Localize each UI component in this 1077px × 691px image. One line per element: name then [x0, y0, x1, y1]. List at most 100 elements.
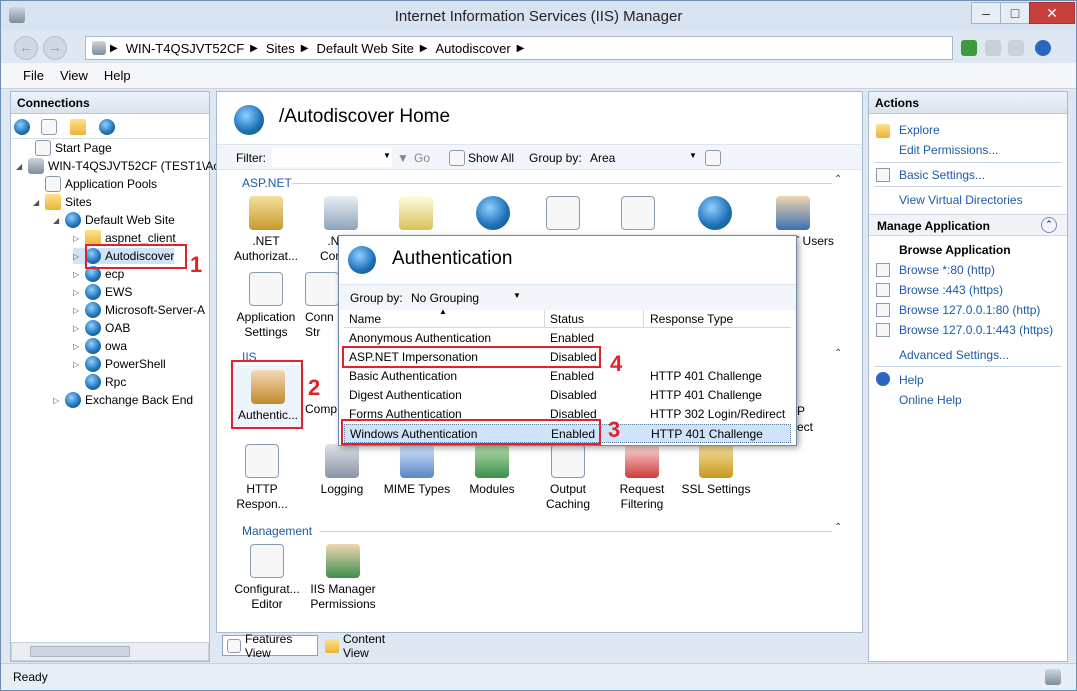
collapse-section-icon[interactable]: ⌃	[834, 348, 842, 359]
feature-error-pages[interactable]	[380, 196, 452, 234]
action-explore[interactable]: Explore	[899, 123, 940, 137]
horizontal-scrollbar[interactable]	[11, 642, 209, 661]
collapse-section-icon[interactable]: ⌃	[834, 522, 842, 533]
tree-sites[interactable]: Sites	[65, 195, 92, 209]
tree-server[interactable]: WIN-T4QSJVT52CF (TEST1\Ac	[48, 159, 219, 173]
browse-icon	[876, 263, 890, 277]
feature-roles[interactable]	[602, 196, 674, 234]
close-button[interactable]: ✕	[1029, 2, 1075, 24]
feature-output-caching[interactable]: Output Caching	[532, 444, 604, 512]
tree-application-pools[interactable]: Application Pools	[65, 177, 157, 191]
action-online-help[interactable]: Online Help	[899, 393, 962, 407]
app-pools-icon	[45, 176, 61, 192]
breadcrumb-sites[interactable]: Sites	[266, 41, 295, 56]
feature-net-authorization[interactable]: .NET Authorizat...	[230, 196, 302, 264]
feature-globalization[interactable]	[457, 196, 529, 234]
tab-content-view[interactable]: Content View	[321, 632, 417, 660]
annotation-number-1: 1	[190, 252, 203, 277]
menu-help[interactable]: Help	[104, 68, 131, 83]
settings-list-icon	[249, 272, 283, 306]
column-response-type[interactable]: Response Type	[650, 312, 733, 326]
status-text: Ready	[13, 670, 48, 684]
feature-iis-manager-permissions[interactable]: IIS Manager Permissions	[303, 544, 383, 612]
back-button[interactable]: ←	[14, 36, 38, 60]
action-browse-80[interactable]: Browse *:80 (http)	[899, 263, 995, 277]
auth-row-basic[interactable]: Basic Authentication Enabled HTTP 401 Ch…	[344, 367, 791, 386]
tree-owa[interactable]: owa	[105, 339, 127, 353]
refresh-icon[interactable]	[961, 40, 977, 56]
auth-filter-bar: Group by: No Grouping ▼	[339, 284, 796, 310]
feature-configuration-editor[interactable]: Configurat... Editor	[231, 544, 303, 612]
tree-exchange-back-end[interactable]: Exchange Back End	[85, 393, 193, 407]
tree-ecp[interactable]: ecp	[105, 267, 124, 281]
breadcrumb-server[interactable]: WIN-T4QSJVT52CF	[126, 41, 244, 56]
collapse-section-icon[interactable]: ⌃	[834, 174, 842, 185]
feature-profile[interactable]	[527, 196, 599, 234]
feature-mime-types[interactable]: MIME Types	[381, 444, 453, 497]
tree-aspnet-client[interactable]: aspnet_client	[105, 231, 176, 245]
tree-oab[interactable]: OAB	[105, 321, 130, 335]
disconnect-icon[interactable]	[99, 119, 115, 135]
action-advanced-settings[interactable]: Advanced Settings...	[899, 348, 1009, 362]
filter-input[interactable]	[272, 148, 392, 167]
menu-view[interactable]: View	[60, 68, 88, 83]
group-by-select[interactable]: Area ▼	[587, 148, 699, 167]
minimize-button[interactable]: –	[971, 2, 1001, 24]
feature-request-filtering[interactable]: Request Filtering	[606, 444, 678, 512]
view-mode-icon[interactable]	[705, 150, 721, 166]
feature-logging[interactable]: Logging	[306, 444, 378, 497]
lock-icon	[249, 196, 283, 230]
column-status[interactable]: Status	[550, 312, 584, 326]
home-icon[interactable]	[1008, 40, 1024, 56]
tree-rpc[interactable]: Rpc	[105, 375, 126, 389]
action-help[interactable]: Help	[899, 373, 924, 387]
filter-label: Filter:	[236, 151, 266, 165]
feature-application-settings[interactable]: Application Settings	[230, 272, 302, 340]
save-icon[interactable]	[41, 119, 57, 135]
column-divider	[643, 310, 644, 327]
tree-start-page[interactable]: Start Page	[55, 141, 112, 155]
action-browse-127-443[interactable]: Browse 127.0.0.1:443 (https)	[899, 323, 1053, 337]
site-globe-icon	[234, 105, 264, 135]
menu-file[interactable]: File	[23, 68, 44, 83]
action-edit-permissions[interactable]: Edit Permissions...	[899, 143, 998, 157]
tab-features-view[interactable]: Features View	[222, 632, 318, 660]
collapse-icon[interactable]: ⌃	[1041, 217, 1057, 233]
action-browse-127-80[interactable]: Browse 127.0.0.1:80 (http)	[899, 303, 1040, 317]
collapse-icon[interactable]: ◢	[53, 216, 65, 225]
tree-ews[interactable]: EWS	[105, 285, 132, 299]
auth-row-digest[interactable]: Digest Authentication Disabled HTTP 401 …	[344, 386, 791, 405]
show-all-button[interactable]: Show All	[468, 151, 514, 165]
maximize-button[interactable]: □	[1000, 2, 1030, 24]
column-name[interactable]: Name	[349, 312, 381, 326]
breadcrumb-autodiscover[interactable]: Autodiscover	[436, 41, 511, 56]
chevron-down-icon[interactable]: ▼	[383, 151, 391, 160]
auth-group-by-select[interactable]: No Grouping ▼	[407, 288, 523, 307]
app-icon	[85, 320, 101, 336]
scroll-thumb[interactable]	[30, 646, 130, 657]
feature-trust-levels[interactable]	[679, 196, 751, 234]
feature-connection-strings[interactable]: Conn Str	[305, 272, 339, 340]
collapse-icon[interactable]: ◢	[33, 198, 45, 207]
help-icon[interactable]	[1035, 40, 1051, 56]
go-button[interactable]: Go	[414, 151, 430, 165]
address-bar[interactable]: ▶ WIN-T4QSJVT52CF ▶ Sites ▶ Default Web …	[85, 36, 953, 60]
forward-button[interactable]: →	[43, 36, 67, 60]
connect-icon[interactable]	[14, 119, 30, 135]
action-basic-settings[interactable]: Basic Settings...	[899, 168, 985, 182]
tree-microsoft-server-a[interactable]: Microsoft-Server-A	[105, 303, 205, 317]
page-title: /Autodiscover Home	[279, 106, 451, 127]
feature-ssl-settings[interactable]: SSL Settings	[680, 444, 752, 497]
breadcrumb-default-web-site[interactable]: Default Web Site	[316, 41, 413, 56]
feature-modules[interactable]: Modules	[456, 444, 528, 497]
browse-icon	[876, 303, 890, 317]
tree-powershell[interactable]: PowerShell	[105, 357, 166, 371]
stop-icon[interactable]	[985, 40, 1001, 56]
up-folder-icon[interactable]	[70, 119, 86, 135]
action-view-virtual-directories[interactable]: View Virtual Directories	[899, 193, 1023, 207]
action-browse-443[interactable]: Browse :443 (https)	[899, 283, 1003, 297]
tree-default-web-site[interactable]: Default Web Site	[85, 213, 175, 227]
collapse-icon[interactable]: ◢	[16, 162, 28, 171]
feature-http-response-headers[interactable]: HTTP Respon...	[226, 444, 298, 512]
feature-compression[interactable]: Comp	[305, 402, 339, 417]
